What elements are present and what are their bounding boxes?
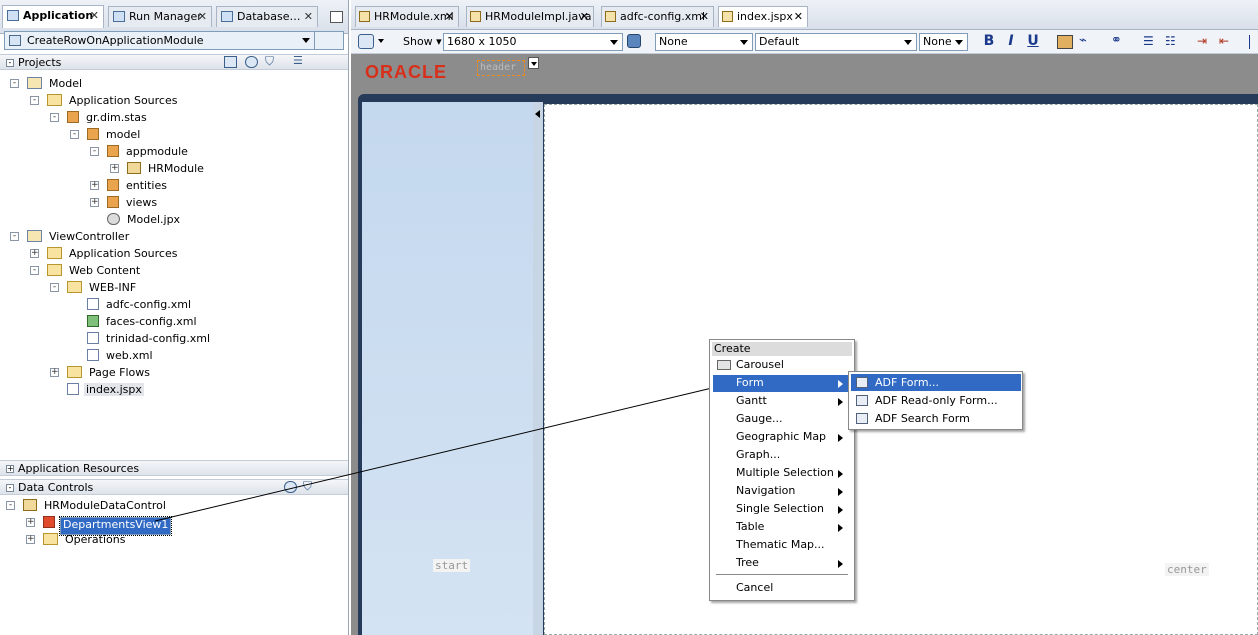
- menu-item-label: Navigation: [736, 484, 796, 497]
- create-context-menu: Create Carousel Form Gantt Gauge... Geog…: [709, 339, 855, 601]
- menu-item-thematic-map[interactable]: Thematic Map...: [713, 537, 851, 554]
- menu-item-label: Gauge...: [736, 412, 783, 425]
- menu-item-graph[interactable]: Graph...: [713, 447, 851, 464]
- menu-item-label: Cancel: [736, 581, 774, 594]
- chevron-right-icon: [838, 398, 843, 406]
- form-submenu: ADF Form... ADF Read-only Form... ADF Se…: [848, 371, 1023, 430]
- chevron-right-icon: [838, 488, 843, 496]
- menu-item-label: Form: [736, 376, 764, 389]
- menu-item-gauge[interactable]: Gauge...: [713, 411, 851, 428]
- menu-item-label: Thematic Map...: [736, 538, 825, 551]
- menu-item-label: ADF Read-only Form...: [875, 394, 998, 407]
- menu-item-geographic-map[interactable]: Geographic Map: [713, 429, 851, 446]
- chevron-right-icon: [838, 506, 843, 514]
- menu-separator: [716, 574, 848, 575]
- menu-item-label: Graph...: [736, 448, 781, 461]
- menu-item-label: Carousel: [736, 358, 784, 371]
- menu-item-label: ADF Search Form: [875, 412, 970, 425]
- submenu-item-adf-form[interactable]: ADF Form...: [851, 374, 1021, 391]
- menu-item-single-selection[interactable]: Single Selection: [713, 501, 851, 518]
- menu-item-label: Single Selection: [736, 502, 825, 515]
- form-icon: [856, 413, 868, 424]
- menu-item-navigation[interactable]: Navigation: [713, 483, 851, 500]
- drag-line: [154, 387, 713, 522]
- menu-title: Create: [712, 342, 852, 356]
- menu-item-label: Multiple Selection: [736, 466, 834, 479]
- menu-item-label: Table: [736, 520, 765, 533]
- menu-item-multiple-selection[interactable]: Multiple Selection: [713, 465, 851, 482]
- submenu-item-adf-read-only-form[interactable]: ADF Read-only Form...: [851, 392, 1021, 409]
- carousel-icon: [717, 360, 731, 370]
- submenu-item-adf-search-form[interactable]: ADF Search Form: [851, 410, 1021, 427]
- chevron-right-icon: [838, 380, 843, 388]
- menu-item-gantt[interactable]: Gantt: [713, 393, 851, 410]
- menu-item-tree[interactable]: Tree: [713, 555, 851, 572]
- menu-item-cancel[interactable]: Cancel: [713, 580, 851, 597]
- menu-item-carousel[interactable]: Carousel: [713, 357, 851, 374]
- menu-item-label: ADF Form...: [875, 376, 940, 389]
- chevron-right-icon: [838, 560, 843, 568]
- chevron-right-icon: [838, 434, 843, 442]
- menu-item-label: Geographic Map: [736, 430, 827, 443]
- menu-item-label: Tree: [736, 556, 759, 569]
- form-icon: [856, 395, 868, 406]
- menu-item-table[interactable]: Table: [713, 519, 851, 536]
- menu-item-label: Gantt: [736, 394, 767, 407]
- form-icon: [856, 377, 868, 388]
- chevron-right-icon: [838, 470, 843, 478]
- chevron-right-icon: [838, 524, 843, 532]
- menu-item-form[interactable]: Form: [713, 375, 851, 392]
